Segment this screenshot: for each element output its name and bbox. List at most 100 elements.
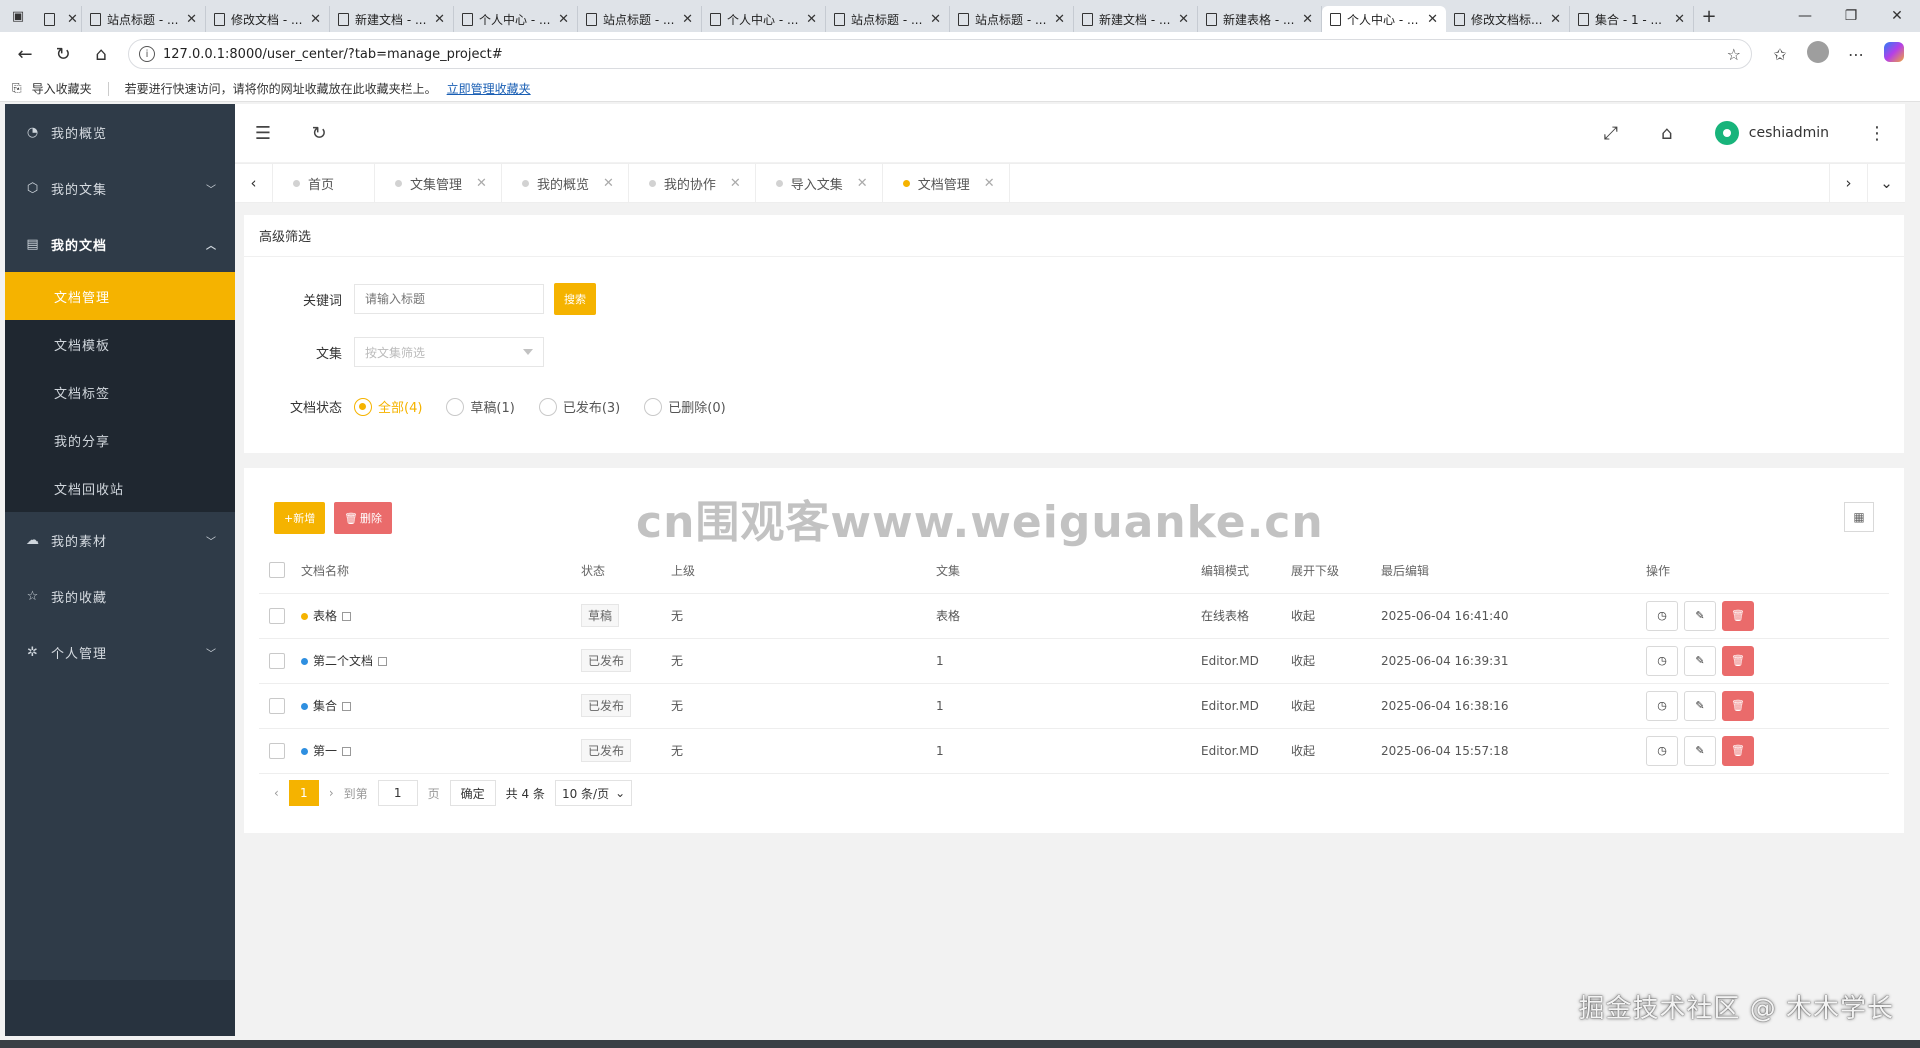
refresh-icon[interactable]: ↻ (291, 123, 347, 144)
close-tab-icon[interactable]: ✕ (930, 12, 941, 27)
tabs-scroll-left-icon[interactable]: ‹ (235, 164, 273, 202)
browser-tab[interactable]: 个人中心 - ... ✕ (702, 6, 826, 32)
tabs-scroll-right-icon[interactable]: › (1829, 164, 1867, 202)
status-radio-draft[interactable]: 草稿(1) (446, 397, 515, 416)
favorite-star-icon[interactable]: ☆ (1727, 45, 1741, 64)
status-radio-all[interactable]: 全部(4) (354, 397, 422, 416)
history-icon[interactable]: ◷ (1646, 690, 1678, 721)
status-radio-deleted[interactable]: 已删除(0) (644, 397, 726, 416)
close-tab-icon[interactable]: ✕ (1427, 12, 1438, 27)
close-tab-icon[interactable]: ✕ (857, 176, 868, 191)
browser-tab[interactable]: 站点标题 - ... ✕ (950, 6, 1074, 32)
trash-icon[interactable]: 🗑 (1722, 645, 1754, 676)
row-checkbox[interactable] (269, 742, 285, 759)
edit-pencil-icon[interactable]: ✎ (1684, 645, 1716, 676)
row-checkbox[interactable] (269, 652, 285, 669)
sidebar-item-documents[interactable]: ▤ 我的文档 ︿ (5, 216, 235, 272)
import-favorites-label[interactable]: 导入收藏夹 (32, 80, 92, 97)
browser-tab[interactable]: 修改文档标... ✕ (1446, 6, 1570, 32)
close-tab-icon[interactable]: ✕ (603, 176, 614, 191)
collection-select[interactable]: 按文集筛选 (354, 337, 544, 367)
goto-page-input[interactable]: 1 (377, 780, 418, 806)
profile-icon[interactable] (1800, 41, 1836, 67)
page-tab[interactable]: 导入文集 ✕ (756, 164, 883, 202)
sidebar-item-materials[interactable]: ☁ 我的素材 ﹀ (5, 512, 235, 568)
page-tab[interactable]: 我的协作 ✕ (629, 164, 756, 202)
sidebar-subitem-doc-template[interactable]: 文档模板 (5, 320, 235, 368)
sidebar-subitem-my-share[interactable]: 我的分享 (5, 416, 235, 464)
history-icon[interactable]: ◷ (1646, 735, 1678, 766)
doc-name-link[interactable]: 表格 (313, 609, 337, 623)
browser-tab[interactable]: 新建文档 - ... ✕ (1074, 6, 1198, 32)
browser-tab[interactable]: ✕ (36, 6, 82, 32)
edit-pencil-icon[interactable]: ✎ (1684, 735, 1716, 766)
close-tab-icon[interactable]: ✕ (1178, 12, 1189, 27)
favorites-icon[interactable]: ✩ (1762, 45, 1798, 64)
edit-pencil-icon[interactable]: ✎ (1684, 600, 1716, 631)
doc-name-link[interactable]: 集合 (313, 699, 337, 713)
back-icon[interactable]: ← (8, 38, 42, 70)
tabs-dropdown-icon[interactable]: ⌄ (1867, 164, 1905, 202)
fullscreen-icon[interactable]: ⤢ (1583, 123, 1639, 144)
close-tab-icon[interactable]: ✕ (682, 12, 693, 27)
close-tab-icon[interactable]: ✕ (434, 12, 445, 27)
trash-icon[interactable]: 🗑 (1722, 690, 1754, 721)
browser-tab[interactable]: 新建表格 - ... ✕ (1198, 6, 1322, 32)
select-all-checkbox[interactable] (269, 562, 285, 579)
trash-icon[interactable]: 🗑 (1722, 735, 1754, 766)
home-icon[interactable]: ⌂ (84, 38, 118, 70)
browser-tab[interactable]: 集合 - 1 - ... ✕ (1570, 6, 1694, 32)
restore-icon[interactable]: ❐ (1828, 8, 1874, 24)
sidebar-subitem-doc-manage[interactable]: 文档管理 (5, 272, 235, 320)
close-tab-icon[interactable]: ✕ (806, 12, 817, 27)
page-size-select[interactable]: 10 条/页 ⌄ (554, 780, 633, 806)
more-icon[interactable]: ⋯ (1838, 45, 1874, 64)
close-tab-icon[interactable]: ✕ (186, 12, 197, 27)
close-tab-icon[interactable]: ✕ (1674, 12, 1685, 27)
doc-name-link[interactable]: 第一 (313, 744, 337, 758)
minimize-icon[interactable]: — (1782, 8, 1828, 24)
close-tab-icon[interactable]: ✕ (310, 12, 321, 27)
browser-tab[interactable]: 个人中心 - ... ✕ (1322, 6, 1446, 32)
column-toggle-icon[interactable]: ▦ (1844, 502, 1874, 532)
history-icon[interactable]: ◷ (1646, 600, 1678, 631)
close-tab-icon[interactable]: ✕ (984, 176, 995, 191)
row-checkbox[interactable] (269, 607, 285, 624)
goto-confirm-button[interactable]: 确定 (449, 780, 496, 806)
close-tab-icon[interactable]: ✕ (558, 12, 569, 27)
status-radio-published[interactable]: 已发布(3) (538, 397, 620, 416)
doc-name-link[interactable]: 第二个文档 (313, 654, 373, 668)
delete-documents-button[interactable]: 🗑 删除 (334, 502, 392, 534)
sidebar-subitem-recycle-bin[interactable]: 文档回收站 (5, 464, 235, 512)
import-favorites-icon[interactable]: ⎘ (12, 81, 22, 96)
page-tab[interactable]: 我的概览 ✕ (502, 164, 629, 202)
page-tab[interactable]: 文集管理 ✕ (375, 164, 502, 202)
search-button[interactable]: 搜索 (554, 283, 596, 315)
edit-pencil-icon[interactable]: ✎ (1684, 690, 1716, 721)
sidebar-subitem-doc-tags[interactable]: 文档标签 (5, 368, 235, 416)
browser-tab[interactable]: 站点标题 - ... ✕ (578, 6, 702, 32)
close-tab-icon[interactable]: ✕ (1054, 12, 1065, 27)
close-window-icon[interactable]: ✕ (1874, 8, 1920, 24)
menu-toggle-icon[interactable]: ☰ (235, 123, 291, 144)
add-document-button[interactable]: +新增 (274, 502, 326, 534)
trash-icon[interactable]: 🗑 (1722, 600, 1754, 631)
manage-favorites-link[interactable]: 立即管理收藏夹 (447, 80, 531, 97)
browser-tab[interactable]: 站点标题 - ... ✕ (826, 6, 950, 32)
sidebar-item-collections[interactable]: ⬡ 我的文集 ﹀ (5, 160, 235, 216)
keyword-input[interactable] (354, 284, 544, 314)
history-icon[interactable]: ◷ (1646, 645, 1678, 676)
copilot-icon[interactable] (1876, 42, 1912, 66)
close-tab-icon[interactable]: ✕ (476, 176, 487, 191)
close-tab-icon[interactable]: ✕ (1550, 12, 1561, 27)
browser-tab[interactable]: 修改文档 - ... ✕ (206, 6, 330, 32)
url-text[interactable]: 127.0.0.1:8000/user_center/?tab=manage_p… (163, 47, 1719, 62)
site-info-icon[interactable]: i (139, 46, 155, 62)
row-checkbox[interactable] (269, 697, 285, 714)
close-tab-icon[interactable]: ✕ (67, 12, 78, 27)
close-tab-icon[interactable]: ✕ (1302, 12, 1313, 27)
home-icon[interactable]: ⌂ (1639, 123, 1695, 144)
sidebar-item-overview[interactable]: ◔ 我的概览 (5, 104, 235, 160)
page-number[interactable]: 1 (288, 780, 319, 806)
new-tab-button[interactable]: + (1694, 6, 1724, 27)
